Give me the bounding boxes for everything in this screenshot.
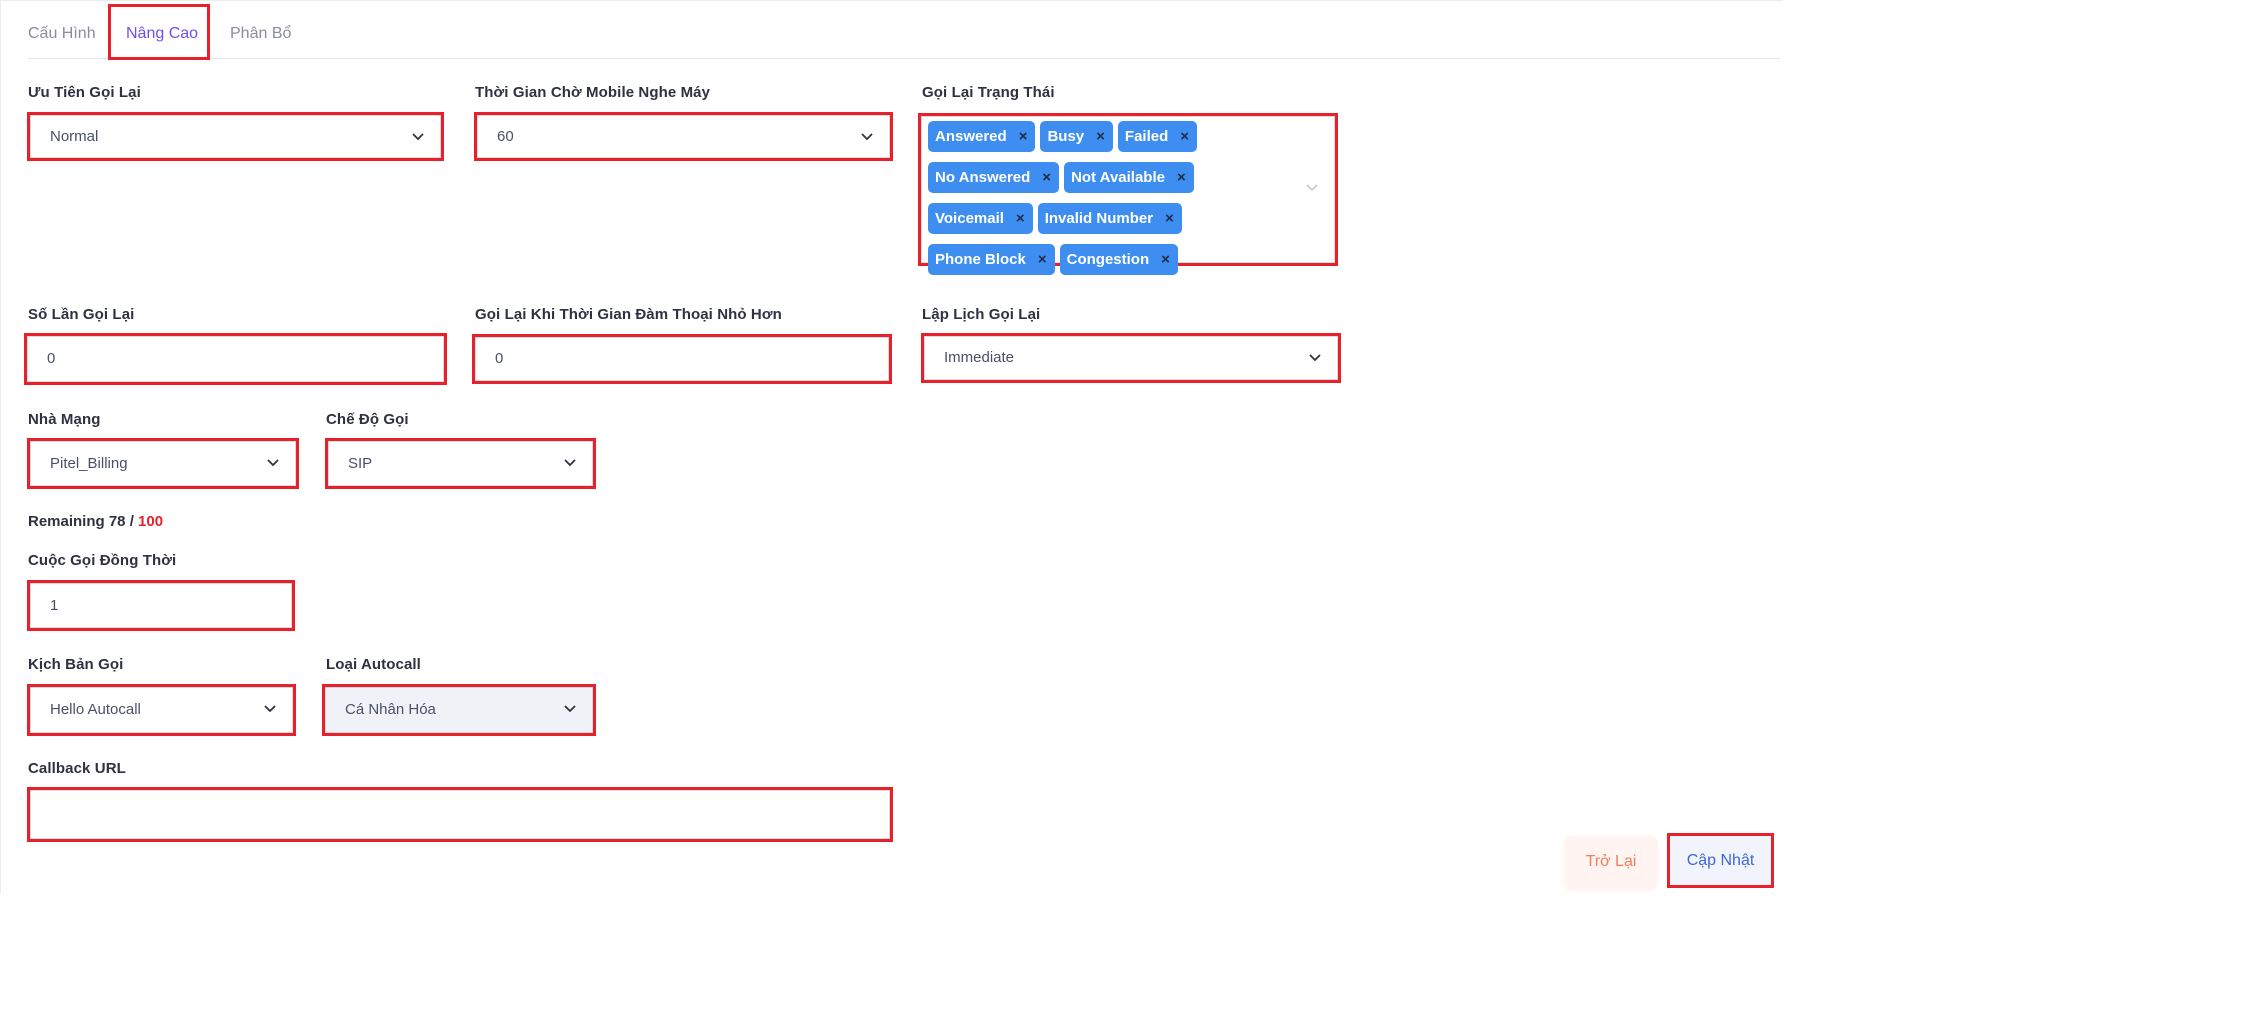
settings-card: Cấu Hình Nâng Cao Phân Bổ Ưu Tiên Gọi Lạ… xyxy=(0,0,1783,893)
call-mode-value: SIP xyxy=(348,455,373,472)
chevron-down-icon xyxy=(409,127,427,145)
status-tag: Busy × xyxy=(1040,121,1113,152)
tab-cau-hinh[interactable]: Cấu Hình xyxy=(28,1,96,59)
callback-schedule-value: Immediate xyxy=(944,349,1015,366)
status-tag: Failed × xyxy=(1117,121,1198,152)
callback-min-talk-value: 0 xyxy=(495,350,504,367)
remove-tag-icon[interactable]: × xyxy=(1177,169,1186,186)
callback-schedule-select[interactable]: Immediate xyxy=(921,333,1341,383)
remaining-quota: Remaining 78 / 100 xyxy=(28,513,164,530)
concurrent-calls-value: 1 xyxy=(50,597,59,614)
tab-phan-bo[interactable]: Phân Bổ xyxy=(230,1,291,59)
tag-list: Answered × Busy × Failed × No Answered × Not… xyxy=(928,121,1288,275)
carrier-value: Pitel_Billing xyxy=(50,455,128,472)
callback-schedule-label: Lập Lịch Gọi Lại xyxy=(922,306,1041,323)
status-tag: No Answered × xyxy=(928,162,1060,193)
back-button[interactable]: Trở Lại xyxy=(1565,836,1657,888)
remove-tag-icon[interactable]: × xyxy=(1096,128,1105,145)
status-tag: Not Available × xyxy=(1064,162,1194,193)
call-mode-label: Chế Độ Gọi xyxy=(326,411,409,428)
callback-count-label: Số Lần Gọi Lại xyxy=(28,306,135,323)
callback-count-input[interactable]: 0 xyxy=(24,333,447,385)
chevron-down-icon xyxy=(561,699,579,717)
autocall-type-label: Loại Autocall xyxy=(326,656,421,673)
callback-min-talk-label: Gọi Lại Khi Thời Gian Đàm Thoại Nhỏ Hơn xyxy=(475,306,782,323)
call-script-select[interactable]: Hello Autocall xyxy=(27,684,296,736)
chevron-down-icon xyxy=(561,453,579,471)
carrier-label: Nhà Mạng xyxy=(28,411,101,428)
remove-tag-icon[interactable]: × xyxy=(1016,210,1025,227)
chevron-down-icon xyxy=(264,453,282,471)
status-tag: Phone Block × xyxy=(928,244,1055,275)
callback-url-label: Callback URL xyxy=(28,760,126,777)
callback-priority-label: Ưu Tiên Gọi Lại xyxy=(28,84,141,101)
callback-status-multiselect[interactable]: Answered × Busy × Failed × No Answered × Not… xyxy=(918,113,1338,275)
mobile-wait-time-value: 60 xyxy=(497,128,514,145)
remove-tag-icon[interactable]: × xyxy=(1019,128,1028,145)
status-tag: Answered × xyxy=(928,121,1036,152)
status-tag: Invalid Number × xyxy=(1037,203,1182,234)
remove-tag-icon[interactable]: × xyxy=(1165,210,1174,227)
autocall-type-select[interactable]: Cá Nhân Hóa xyxy=(322,684,596,736)
autocall-type-value: Cá Nhân Hóa xyxy=(345,701,436,718)
mobile-wait-time-label: Thời Gian Chờ Mobile Nghe Máy xyxy=(475,84,711,101)
remove-tag-icon[interactable]: × xyxy=(1038,251,1047,268)
chevron-down-icon xyxy=(1303,178,1321,196)
callback-priority-select[interactable]: Normal xyxy=(27,112,444,161)
concurrent-calls-label: Cuộc Gọi Đồng Thời xyxy=(28,552,177,569)
concurrent-calls-input[interactable]: 1 xyxy=(27,580,295,631)
remove-tag-icon[interactable]: × xyxy=(1161,251,1170,268)
call-mode-select[interactable]: SIP xyxy=(325,438,596,489)
status-tag: Voicemail × xyxy=(928,203,1033,234)
callback-min-talk-input[interactable]: 0 xyxy=(472,334,892,384)
call-script-value: Hello Autocall xyxy=(50,701,141,718)
chevron-down-icon xyxy=(261,699,279,717)
callback-count-value: 0 xyxy=(47,350,56,367)
mobile-wait-time-select[interactable]: 60 xyxy=(474,112,893,161)
remove-tag-icon[interactable]: × xyxy=(1180,128,1189,145)
call-script-label: Kịch Bản Gọi xyxy=(28,656,124,673)
chevron-down-icon xyxy=(858,127,876,145)
tab-nang-cao[interactable]: Nâng Cao xyxy=(126,1,198,59)
tab-bar: Cấu Hình Nâng Cao Phân Bổ xyxy=(28,1,1780,59)
callback-status-label: Gọi Lại Trạng Thái xyxy=(922,84,1055,101)
callback-url-input[interactable] xyxy=(27,787,893,842)
remove-tag-icon[interactable]: × xyxy=(1042,169,1051,186)
update-button[interactable]: Cập Nhật xyxy=(1667,833,1774,888)
status-tag: Congestion × xyxy=(1059,244,1178,275)
chevron-down-icon xyxy=(1306,348,1324,366)
callback-priority-value: Normal xyxy=(50,128,99,145)
remaining-max: 100 xyxy=(138,513,164,530)
carrier-select[interactable]: Pitel_Billing xyxy=(27,438,299,489)
